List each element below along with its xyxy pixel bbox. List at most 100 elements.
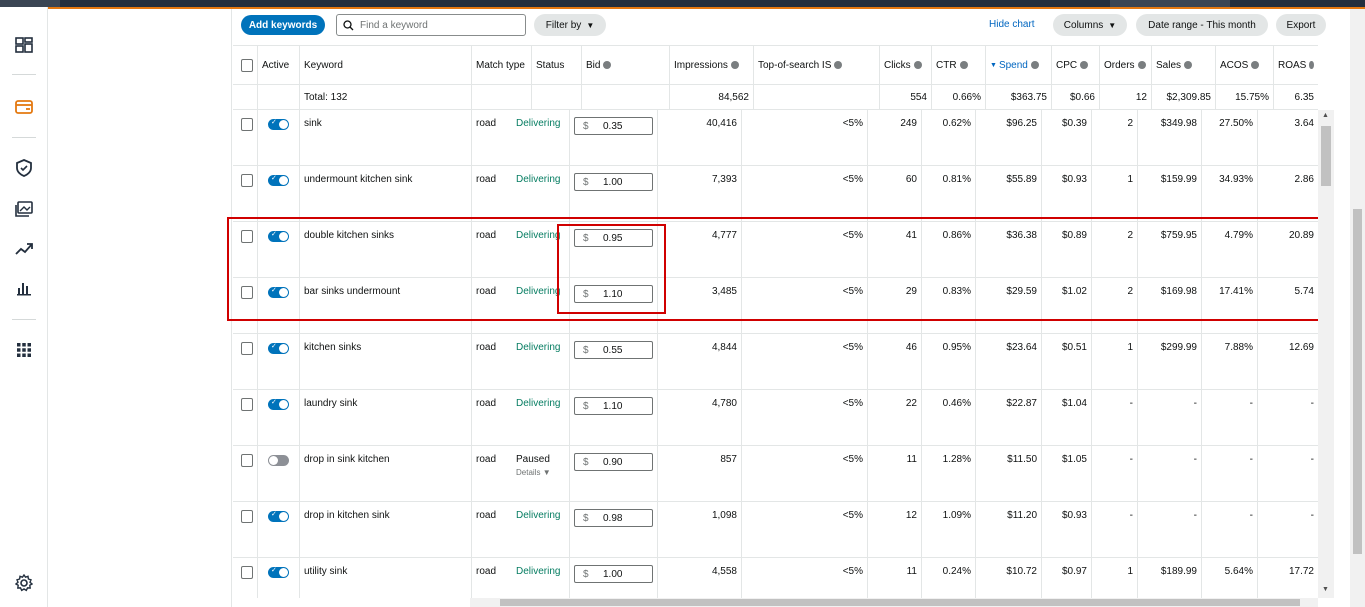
active-toggle[interactable]: ✓ [268, 567, 289, 578]
cell-value-orders: - [1129, 510, 1133, 521]
cell-acos: 17.41% [1202, 278, 1258, 333]
date-range-button[interactable]: Date range - This month [1136, 14, 1268, 36]
bid-input[interactable]: $1.00 [574, 173, 653, 191]
cell-value-roas: 12.69 [1288, 342, 1314, 353]
cell-sales: $759.95 [1138, 222, 1202, 277]
rail-divider [12, 319, 36, 320]
header-clicks[interactable]: Clicks [880, 46, 932, 84]
active-toggle[interactable]: ✓ [268, 287, 289, 298]
header-status[interactable]: Status [532, 46, 582, 84]
cell-value-sales: $159.99 [1160, 174, 1197, 185]
active-toggle[interactable]: ✓ [268, 119, 289, 130]
row-checkbox[interactable] [241, 118, 253, 131]
scroll-down-icon[interactable]: ▼ [1322, 586, 1329, 593]
active-toggle[interactable]: ✓ [268, 343, 289, 354]
filter-by-button[interactable]: Filter by ▼ [534, 14, 606, 36]
scroll-thumb[interactable] [500, 599, 1300, 606]
cell-value-keyword: double kitchen sinks [304, 230, 395, 241]
header-cpc[interactable]: CPC [1052, 46, 1100, 84]
row-checkbox[interactable] [241, 342, 253, 355]
account-segment[interactable] [1110, 0, 1230, 7]
row-checkbox[interactable] [241, 454, 253, 467]
bid-input[interactable]: $0.98 [574, 509, 653, 527]
cell-value-impressions: 7,393 [711, 174, 737, 185]
bid-input[interactable]: $1.10 [574, 397, 653, 415]
export-button[interactable]: Export [1276, 14, 1326, 36]
search-input[interactable]: Find a keyword [336, 14, 526, 36]
cell-value-impressions: 3,485 [711, 286, 737, 297]
header-roas[interactable]: ROAS [1274, 46, 1318, 84]
header-keyword[interactable]: Keyword [300, 46, 472, 84]
cell-cpc: $1.02 [1042, 278, 1092, 333]
page-scrollbar[interactable] [1350, 9, 1365, 607]
header-orders[interactable]: Orders [1100, 46, 1152, 84]
hide-chart-link[interactable]: Hide chart [989, 19, 1035, 30]
table-toolbar: Add keywords Find a keyword Filter by ▼ … [233, 9, 1365, 45]
select-all-checkbox[interactable] [241, 58, 253, 72]
cell-value-clicks: 11 [906, 566, 917, 577]
row-checkbox[interactable] [241, 286, 253, 299]
header-top-of-search[interactable]: Top-of-search IS [754, 46, 880, 84]
cell-orders: 2 [1092, 278, 1138, 333]
cell-impressions: 857 [658, 446, 742, 501]
table-horizontal-scrollbar[interactable] [470, 598, 1318, 607]
cell-value-match: road [476, 510, 497, 521]
cell-active: ✓ [258, 502, 300, 557]
cell-value-match: road [476, 342, 497, 353]
add-keywords-button[interactable]: Add keywords [241, 15, 325, 35]
active-toggle[interactable]: ✓ [268, 399, 289, 410]
header-bid[interactable]: Bid [582, 46, 670, 84]
bid-input[interactable]: $0.55 [574, 341, 653, 359]
trend-icon[interactable] [14, 239, 34, 259]
cell-value-roas: 3.64 [1294, 118, 1314, 129]
active-toggle[interactable]: ✓ [268, 175, 289, 186]
row-checkbox[interactable] [241, 398, 253, 411]
dashboard-icon[interactable] [14, 35, 34, 55]
cell-value-match: road [476, 230, 497, 241]
settings-gear-icon[interactable] [14, 573, 34, 593]
cell-value-sales: - [1193, 454, 1197, 465]
header-sales[interactable]: Sales [1152, 46, 1216, 84]
campaigns-icon[interactable] [14, 97, 34, 117]
shield-icon[interactable] [14, 158, 34, 178]
table-vertical-scrollbar[interactable]: ▲ ▼ [1318, 110, 1334, 598]
bid-input[interactable]: $0.35 [574, 117, 653, 135]
row-checkbox[interactable] [241, 230, 253, 243]
media-icon[interactable] [14, 199, 34, 219]
row-checkbox[interactable] [241, 174, 253, 187]
check-icon: ✓ [271, 287, 277, 294]
row-checkbox[interactable] [241, 510, 253, 523]
scroll-thumb[interactable] [1353, 209, 1362, 554]
scroll-thumb[interactable] [1321, 126, 1331, 186]
bid-value: 0.95 [603, 232, 623, 244]
row-checkbox[interactable] [241, 566, 253, 579]
active-toggle[interactable]: ✓ [268, 511, 289, 522]
header-spend[interactable]: ▼ Spend [986, 46, 1052, 84]
header-acos[interactable]: ACOS [1216, 46, 1274, 84]
cell-value-roas: 2.86 [1294, 174, 1314, 185]
header-active[interactable]: Active [258, 46, 300, 84]
active-toggle[interactable]: ✓ [268, 231, 289, 242]
columns-button[interactable]: Columns ▼ [1053, 14, 1127, 36]
cell-value-sales: - [1193, 510, 1197, 521]
cell-value-ctr: 0.95% [942, 342, 971, 353]
status-details-link[interactable]: Details ▼ [516, 468, 551, 477]
cell-roas: 20.89 [1258, 222, 1318, 277]
apps-grid-icon[interactable] [14, 340, 34, 360]
cell-spend: $11.50 [976, 446, 1042, 501]
active-toggle[interactable] [268, 455, 289, 466]
bid-input[interactable]: $1.10 [574, 285, 653, 303]
header-impressions[interactable]: Impressions [670, 46, 754, 84]
bid-input[interactable]: $0.95 [574, 229, 653, 247]
bid-input[interactable]: $0.90 [574, 453, 653, 471]
totals-orders: 12 [1100, 85, 1152, 109]
cell-value-keyword: utility sink [304, 566, 348, 577]
bid-input[interactable]: $1.00 [574, 565, 653, 583]
cell-match: road [472, 558, 512, 598]
totals-empty [582, 85, 670, 109]
scroll-up-icon[interactable]: ▲ [1322, 112, 1329, 119]
header-match-type[interactable]: Match type [472, 46, 532, 84]
cell-match: road [472, 222, 512, 277]
header-ctr[interactable]: CTR [932, 46, 986, 84]
bar-chart-icon[interactable] [14, 278, 34, 298]
